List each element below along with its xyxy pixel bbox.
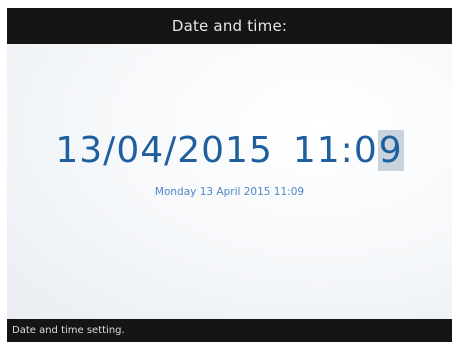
- long-date-time-label: Monday 13 April 2015 11:09: [154, 186, 305, 198]
- time-value: 11:0: [292, 130, 378, 171]
- date-field[interactable]: 13/04/2015: [55, 130, 273, 171]
- screen-title: Date and time:: [171, 17, 288, 35]
- title-bar: Date and time:: [7, 8, 452, 44]
- time-field[interactable]: 11:09: [293, 130, 404, 171]
- device-screen: Date and time: 13/04/2015 11:09 Monday 13…: [7, 8, 452, 342]
- status-hint: Date and time setting.: [12, 325, 125, 336]
- date-time-panel: 13/04/2015 11:09 Monday 13 April 2015 11:…: [7, 44, 452, 319]
- status-bar: Date and time setting.: [7, 319, 452, 342]
- date-time-editor[interactable]: 13/04/2015 11:09: [7, 130, 452, 171]
- selected-digit-cursor[interactable]: 9: [377, 130, 404, 171]
